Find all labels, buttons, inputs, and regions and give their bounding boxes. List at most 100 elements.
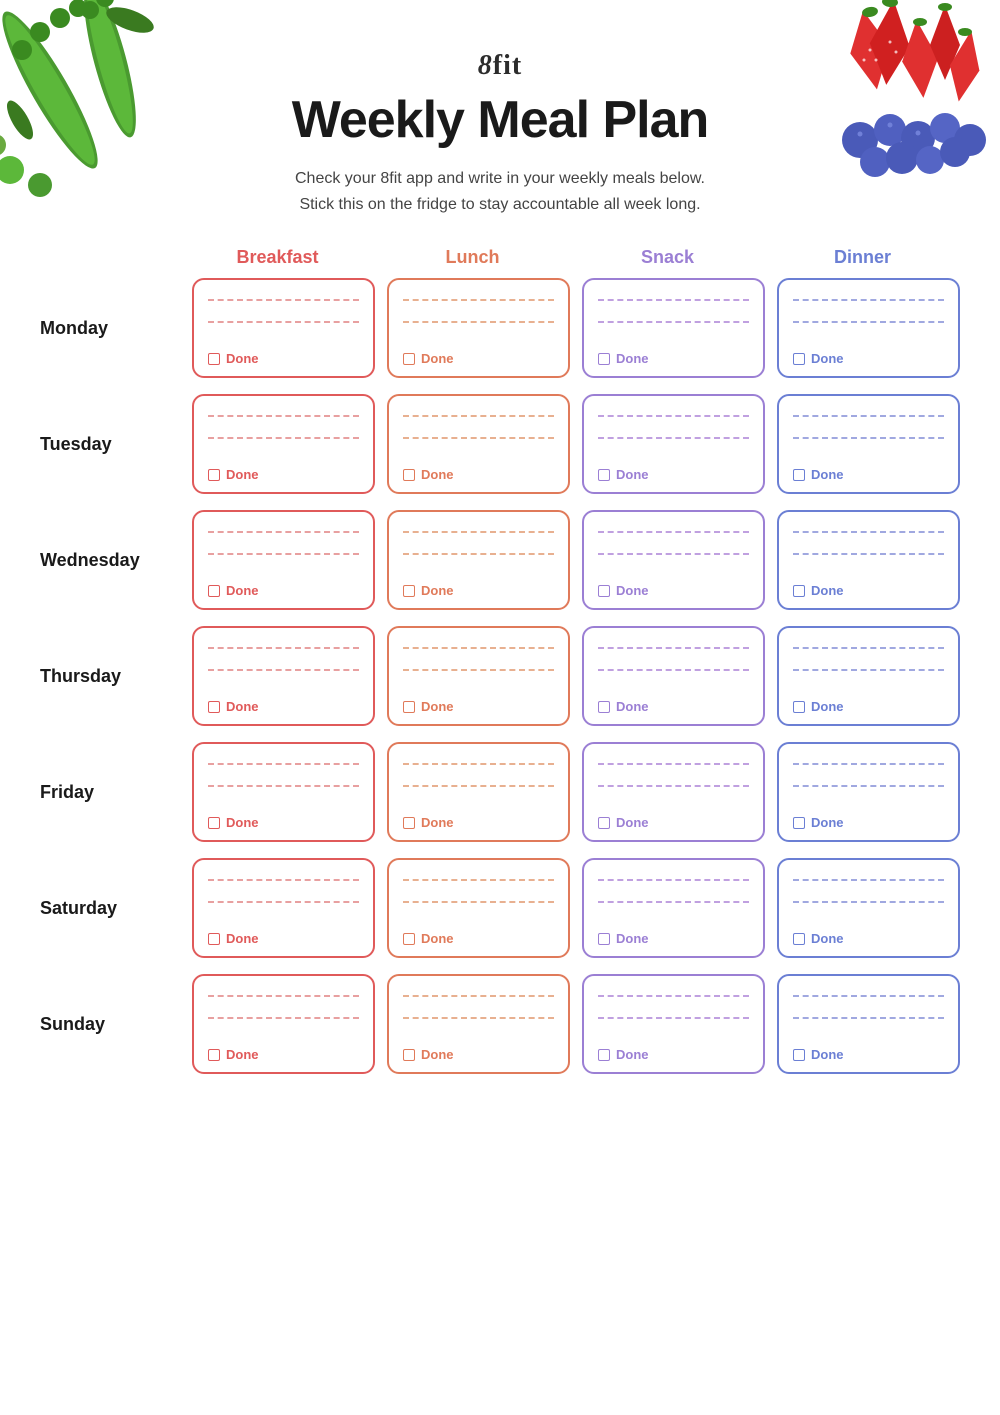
done-checkbox[interactable] — [208, 469, 220, 481]
done-checkbox[interactable] — [208, 817, 220, 829]
meal-cell-monday-breakfast[interactable]: Done — [192, 278, 375, 378]
done-area-snack[interactable]: Done — [598, 467, 749, 482]
meal-cell-saturday-lunch[interactable]: Done — [387, 858, 570, 958]
done-checkbox[interactable] — [403, 585, 415, 597]
done-checkbox[interactable] — [598, 353, 610, 365]
done-area-lunch[interactable]: Done — [403, 583, 554, 598]
logo-area: 8fit — [40, 20, 960, 82]
done-area-snack[interactable]: Done — [598, 931, 749, 946]
done-checkbox[interactable] — [403, 933, 415, 945]
done-checkbox[interactable] — [208, 585, 220, 597]
meal-cell-wednesday-lunch[interactable]: Done — [387, 510, 570, 610]
meal-cell-wednesday-snack[interactable]: Done — [582, 510, 765, 610]
lines-area-dinner — [793, 292, 944, 347]
done-area-snack[interactable]: Done — [598, 583, 749, 598]
done-checkbox[interactable] — [403, 817, 415, 829]
done-area-snack[interactable]: Done — [598, 699, 749, 714]
done-area-lunch[interactable]: Done — [403, 931, 554, 946]
dotted-line — [403, 531, 554, 533]
meal-cell-friday-lunch[interactable]: Done — [387, 742, 570, 842]
meal-cell-sunday-breakfast[interactable]: Done — [192, 974, 375, 1074]
done-area-breakfast[interactable]: Done — [208, 815, 359, 830]
done-checkbox[interactable] — [793, 817, 805, 829]
dotted-line — [208, 553, 359, 555]
done-area-snack[interactable]: Done — [598, 815, 749, 830]
done-checkbox[interactable] — [208, 701, 220, 713]
done-area-breakfast[interactable]: Done — [208, 699, 359, 714]
done-checkbox[interactable] — [598, 933, 610, 945]
lines-area-breakfast — [208, 988, 359, 1043]
day-label-sunday: Sunday — [40, 1014, 180, 1035]
meal-cell-friday-breakfast[interactable]: Done — [192, 742, 375, 842]
dotted-line — [793, 763, 944, 765]
meal-cell-sunday-lunch[interactable]: Done — [387, 974, 570, 1074]
dotted-line — [793, 321, 944, 323]
done-checkbox[interactable] — [793, 1049, 805, 1061]
done-area-dinner[interactable]: Done — [793, 699, 944, 714]
meal-cell-monday-dinner[interactable]: Done — [777, 278, 960, 378]
done-area-breakfast[interactable]: Done — [208, 467, 359, 482]
done-area-snack[interactable]: Done — [598, 1047, 749, 1062]
done-checkbox[interactable] — [598, 585, 610, 597]
done-area-lunch[interactable]: Done — [403, 467, 554, 482]
done-checkbox[interactable] — [403, 353, 415, 365]
done-checkbox[interactable] — [793, 933, 805, 945]
done-checkbox[interactable] — [403, 701, 415, 713]
meal-cell-monday-lunch[interactable]: Done — [387, 278, 570, 378]
done-label: Done — [226, 583, 259, 598]
done-area-dinner[interactable]: Done — [793, 467, 944, 482]
done-area-lunch[interactable]: Done — [403, 699, 554, 714]
meal-cell-saturday-snack[interactable]: Done — [582, 858, 765, 958]
done-checkbox[interactable] — [793, 585, 805, 597]
meal-cell-tuesday-dinner[interactable]: Done — [777, 394, 960, 494]
done-checkbox[interactable] — [598, 469, 610, 481]
done-area-dinner[interactable]: Done — [793, 583, 944, 598]
meal-cell-monday-snack[interactable]: Done — [582, 278, 765, 378]
meal-cell-wednesday-breakfast[interactable]: Done — [192, 510, 375, 610]
done-checkbox[interactable] — [598, 701, 610, 713]
dotted-line — [208, 879, 359, 881]
done-area-breakfast[interactable]: Done — [208, 931, 359, 946]
meal-cell-saturday-breakfast[interactable]: Done — [192, 858, 375, 958]
done-area-snack[interactable]: Done — [598, 351, 749, 366]
done-checkbox[interactable] — [793, 469, 805, 481]
meal-cell-wednesday-dinner[interactable]: Done — [777, 510, 960, 610]
done-checkbox[interactable] — [208, 1049, 220, 1061]
done-area-dinner[interactable]: Done — [793, 815, 944, 830]
done-checkbox[interactable] — [208, 353, 220, 365]
day-row-wednesday: WednesdayDoneDoneDoneDone — [40, 510, 960, 610]
meal-cell-saturday-dinner[interactable]: Done — [777, 858, 960, 958]
done-area-lunch[interactable]: Done — [403, 1047, 554, 1062]
dotted-line — [793, 1017, 944, 1019]
done-checkbox[interactable] — [598, 1049, 610, 1061]
done-area-lunch[interactable]: Done — [403, 815, 554, 830]
meal-cell-sunday-snack[interactable]: Done — [582, 974, 765, 1074]
done-checkbox[interactable] — [793, 353, 805, 365]
done-area-lunch[interactable]: Done — [403, 351, 554, 366]
done-checkbox[interactable] — [598, 817, 610, 829]
done-checkbox[interactable] — [403, 469, 415, 481]
day-label-thursday: Thursday — [40, 666, 180, 687]
meal-cell-tuesday-breakfast[interactable]: Done — [192, 394, 375, 494]
done-label: Done — [811, 467, 844, 482]
meal-cell-friday-dinner[interactable]: Done — [777, 742, 960, 842]
day-label-saturday: Saturday — [40, 898, 180, 919]
meal-cell-tuesday-lunch[interactable]: Done — [387, 394, 570, 494]
meal-cell-thursday-breakfast[interactable]: Done — [192, 626, 375, 726]
done-checkbox[interactable] — [793, 701, 805, 713]
done-area-breakfast[interactable]: Done — [208, 1047, 359, 1062]
done-area-dinner[interactable]: Done — [793, 1047, 944, 1062]
done-area-breakfast[interactable]: Done — [208, 583, 359, 598]
done-area-breakfast[interactable]: Done — [208, 351, 359, 366]
done-area-dinner[interactable]: Done — [793, 351, 944, 366]
done-area-dinner[interactable]: Done — [793, 931, 944, 946]
meal-cell-friday-snack[interactable]: Done — [582, 742, 765, 842]
meal-cell-thursday-lunch[interactable]: Done — [387, 626, 570, 726]
meal-cell-thursday-dinner[interactable]: Done — [777, 626, 960, 726]
meal-cell-thursday-snack[interactable]: Done — [582, 626, 765, 726]
meal-cell-sunday-dinner[interactable]: Done — [777, 974, 960, 1074]
meal-cell-tuesday-snack[interactable]: Done — [582, 394, 765, 494]
done-checkbox[interactable] — [403, 1049, 415, 1061]
done-label: Done — [616, 467, 649, 482]
done-checkbox[interactable] — [208, 933, 220, 945]
